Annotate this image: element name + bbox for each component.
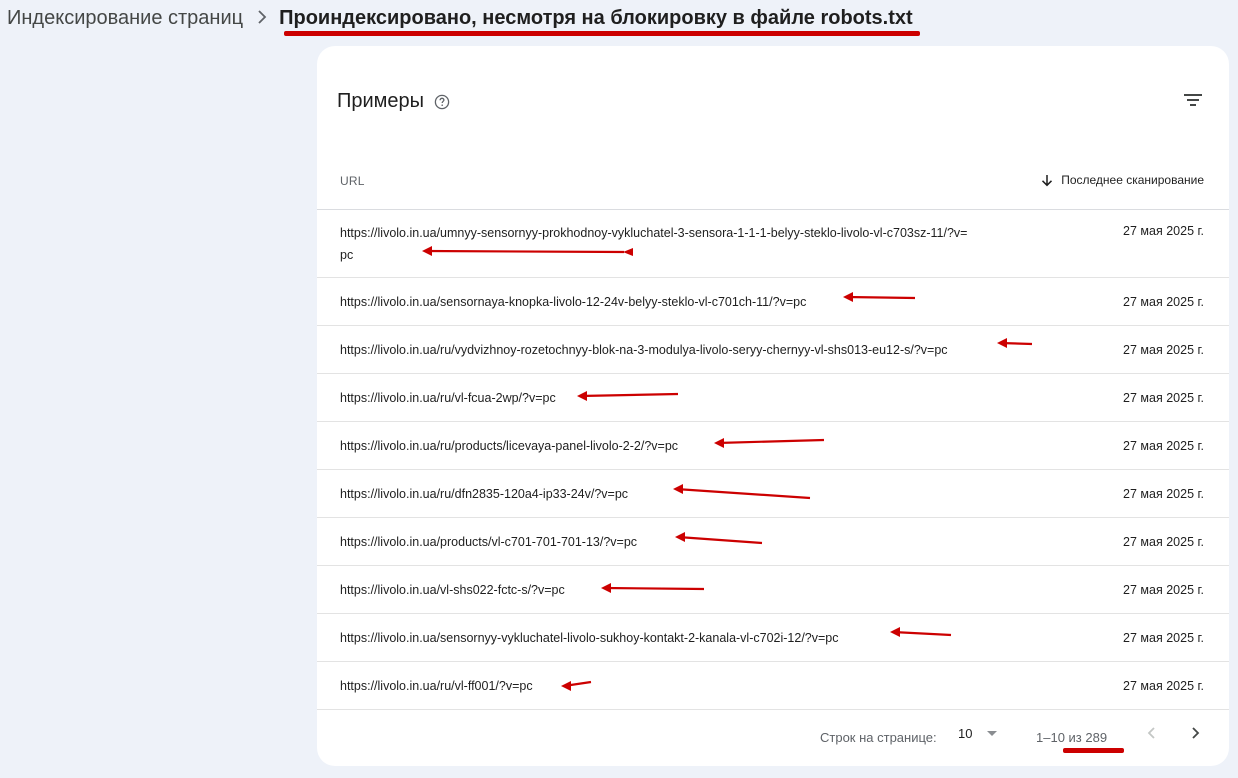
filter-icon[interactable] (1183, 90, 1203, 110)
chevron-right-icon (257, 7, 267, 30)
row-date: 27 мая 2025 г. (1123, 224, 1204, 238)
help-circle-icon[interactable] (434, 94, 450, 110)
card-title: Примеры (337, 90, 425, 112)
column-header-last-crawl-label: Последнее сканирование (1061, 173, 1204, 187)
table-row[interactable]: https://livolo.in.ua/ru/vl-fcua-2wp/?v=p… (317, 374, 1229, 422)
rows-per-page-label: Строк на странице: (820, 730, 937, 745)
rows-per-page-select[interactable]: 10 (958, 726, 998, 741)
table-row[interactable]: https://livolo.in.ua/products/vl-c701-70… (317, 518, 1229, 566)
row-url[interactable]: https://livolo.in.ua/umnyy-sensornyy-pro… (340, 210, 970, 277)
rows-per-page-value: 10 (958, 726, 973, 741)
chevron-right-icon[interactable] (1188, 726, 1202, 743)
card-header: Примеры (337, 90, 450, 113)
row-url[interactable]: https://livolo.in.ua/ru/products/licevay… (340, 422, 970, 469)
table-row[interactable]: https://livolo.in.ua/ru/products/licevay… (317, 422, 1229, 470)
table-row[interactable]: https://livolo.in.ua/ru/vydvizhnoy-rozet… (317, 326, 1229, 374)
row-url[interactable]: https://livolo.in.ua/vl-shs022-fctc-s/?v… (340, 566, 970, 613)
table-row[interactable]: https://livolo.in.ua/umnyy-sensornyy-pro… (317, 210, 1229, 278)
row-date: 27 мая 2025 г. (1123, 678, 1204, 693)
table-row[interactable]: https://livolo.in.ua/sensornyy-vykluchat… (317, 614, 1229, 662)
arrow-down-icon (1042, 174, 1053, 186)
table-row[interactable]: https://livolo.in.ua/vl-shs022-fctc-s/?v… (317, 566, 1229, 614)
row-url[interactable]: https://livolo.in.ua/ru/vl-ff001/?v=pc (340, 662, 970, 709)
row-date: 27 мая 2025 г. (1123, 390, 1204, 405)
examples-card: Примеры URL Последнее сканирование https… (317, 46, 1229, 766)
row-url[interactable]: https://livolo.in.ua/ru/dfn2835-120a4-ip… (340, 470, 970, 517)
table-row[interactable]: https://livolo.in.ua/sensornaya-knopka-l… (317, 278, 1229, 326)
chevron-left-icon[interactable] (1145, 726, 1159, 743)
pagination-range: 1–10 из 289 (1036, 730, 1108, 745)
dropdown-caret-icon (987, 730, 998, 736)
row-date: 27 мая 2025 г. (1123, 582, 1204, 597)
table-row[interactable]: https://livolo.in.ua/ru/vl-ff001/?v=pc 2… (317, 662, 1229, 710)
row-date: 27 мая 2025 г. (1123, 342, 1204, 357)
row-url[interactable]: https://livolo.in.ua/ru/vl-fcua-2wp/?v=p… (340, 374, 970, 421)
range-underline-annotation (1063, 748, 1124, 753)
column-header-url: URL (340, 174, 365, 188)
row-url[interactable]: https://livolo.in.ua/sensornaya-knopka-l… (340, 278, 970, 325)
row-url[interactable]: https://livolo.in.ua/sensornyy-vykluchat… (340, 614, 970, 661)
title-underline-annotation (284, 31, 920, 36)
column-header-last-crawl[interactable]: Последнее сканирование (1041, 173, 1204, 187)
table-row[interactable]: https://livolo.in.ua/ru/dfn2835-120a4-ip… (317, 470, 1229, 518)
row-date: 27 мая 2025 г. (1123, 534, 1204, 549)
page-title: Проиндексировано, несмотря на блокировку… (279, 6, 913, 29)
row-date: 27 мая 2025 г. (1123, 486, 1204, 501)
row-url[interactable]: https://livolo.in.ua/products/vl-c701-70… (340, 518, 970, 565)
row-date: 27 мая 2025 г. (1123, 438, 1204, 453)
row-date: 27 мая 2025 г. (1123, 630, 1204, 645)
row-date: 27 мая 2025 г. (1123, 294, 1204, 309)
url-table-body: https://livolo.in.ua/umnyy-sensornyy-pro… (317, 210, 1229, 710)
row-url[interactable]: https://livolo.in.ua/ru/vydvizhnoy-rozet… (340, 326, 970, 373)
breadcrumb-parent-link[interactable]: Индексирование страниц (7, 7, 243, 30)
